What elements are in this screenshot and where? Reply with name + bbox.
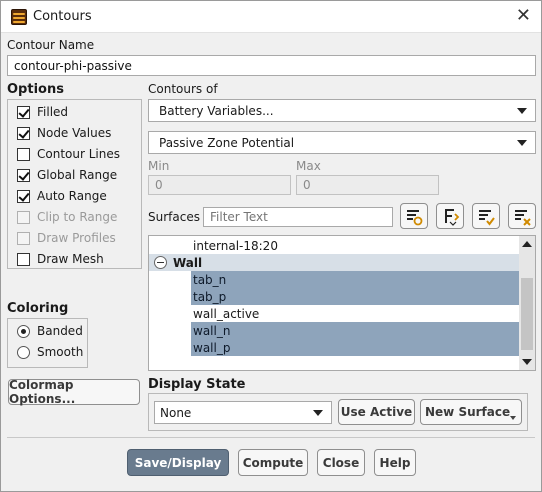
global-range-label: Global Range xyxy=(37,168,118,182)
close-button[interactable]: Close xyxy=(317,449,365,476)
new-surface-button[interactable]: New Surface xyxy=(420,399,522,425)
draw-profiles-label: Draw Profiles xyxy=(37,231,116,245)
contours-of-category-dropdown[interactable]: Battery Variables... xyxy=(148,99,536,122)
collapse-icon[interactable] xyxy=(154,256,167,269)
group-label: Wall xyxy=(173,255,203,270)
chevron-down-icon xyxy=(313,409,323,416)
list-item[interactable]: wall_n xyxy=(191,322,521,339)
scrollbar-thumb[interactable] xyxy=(521,278,533,350)
auto-range-check-box[interactable] xyxy=(17,189,30,203)
max-field: 0 xyxy=(296,175,439,195)
surfaces-list[interactable]: internal-18:20 Wall tab_n tab_p wall_act… xyxy=(148,235,536,371)
node-values-check-box[interactable] xyxy=(17,126,30,140)
smooth-radio-button[interactable] xyxy=(17,345,30,359)
colormap-options-button[interactable]: Colormap Options... xyxy=(8,378,140,406)
clip-to-range-label: Clip to Range xyxy=(37,210,118,224)
chevron-down-icon xyxy=(510,416,516,420)
select-surfaces-icon-button[interactable] xyxy=(436,203,464,229)
scroll-down-icon[interactable] xyxy=(522,359,532,365)
display-state-value: None xyxy=(160,405,192,420)
surfaces-label: Surfaces xyxy=(148,210,200,224)
min-label: Min xyxy=(148,159,170,173)
contours-dialog: Contours ✕ Contour Name contour-phi-pass… xyxy=(0,0,542,492)
node-values-label: Node Values xyxy=(37,126,112,140)
footer-divider xyxy=(7,437,535,438)
category-value: Battery Variables... xyxy=(159,103,274,118)
auto-range-label: Auto Range xyxy=(37,189,107,203)
deselect-all-icon xyxy=(515,210,531,226)
clip-to-range-checkbox: Clip to Range xyxy=(17,208,117,226)
filled-checkbox[interactable]: Filled xyxy=(17,103,68,121)
smooth-radio[interactable]: Smooth xyxy=(17,343,83,361)
chevron-down-icon xyxy=(517,139,527,146)
use-active-button[interactable]: Use Active xyxy=(338,399,415,425)
compute-button[interactable]: Compute xyxy=(238,449,308,476)
deselect-all-icon-button[interactable] xyxy=(508,203,536,229)
coloring-label: Coloring xyxy=(7,301,69,316)
list-group-wall[interactable]: Wall xyxy=(149,254,521,271)
max-label: Max xyxy=(296,159,321,173)
draw-mesh-label: Draw Mesh xyxy=(37,252,104,266)
contour-lines-check-box[interactable] xyxy=(17,147,30,161)
node-values-checkbox[interactable]: Node Values xyxy=(17,124,111,142)
list-item[interactable]: tab_p xyxy=(191,288,521,305)
smooth-label: Smooth xyxy=(37,345,84,359)
help-button[interactable]: Help xyxy=(374,449,416,476)
banded-label: Banded xyxy=(37,324,83,338)
select-all-icon-button[interactable] xyxy=(472,203,500,229)
chevron-down-icon xyxy=(517,107,527,114)
global-range-check-box[interactable] xyxy=(17,168,30,182)
title-bar: Contours ✕ xyxy=(1,1,541,33)
options-label: Options xyxy=(7,82,64,97)
close-icon[interactable]: ✕ xyxy=(516,5,531,26)
list-scrollbar[interactable] xyxy=(519,236,535,370)
draw-mesh-checkbox[interactable]: Draw Mesh xyxy=(17,250,104,268)
clip-to-range-check-box xyxy=(17,210,30,224)
variable-value: Passive Zone Potential xyxy=(159,135,295,150)
contour-lines-checkbox[interactable]: Contour Lines xyxy=(17,145,120,163)
draw-profiles-checkbox: Draw Profiles xyxy=(17,229,116,247)
select-all-icon xyxy=(479,210,495,226)
auto-range-checkbox[interactable]: Auto Range xyxy=(17,187,107,205)
list-item[interactable]: wall_active xyxy=(191,305,521,322)
banded-radio[interactable]: Banded xyxy=(17,322,83,340)
save-display-button[interactable]: Save/Display xyxy=(127,449,229,476)
app-logo-icon xyxy=(11,9,27,25)
contour-lines-label: Contour Lines xyxy=(37,147,120,161)
new-surface-label: New Surface xyxy=(425,405,511,419)
list-item[interactable]: tab_n xyxy=(191,271,521,288)
contour-name-label: Contour Name xyxy=(7,38,95,52)
contour-name-input[interactable]: contour-phi-passive xyxy=(7,55,536,76)
new-surface-icon-button[interactable] xyxy=(400,203,428,229)
draw-mesh-check-box[interactable] xyxy=(17,252,30,266)
display-state-dropdown[interactable]: None xyxy=(154,401,332,424)
select-surfaces-icon xyxy=(445,209,460,226)
draw-profiles-check-box xyxy=(17,231,30,245)
list-item[interactable]: wall_p xyxy=(191,339,521,356)
new-surface-icon xyxy=(407,210,423,226)
scroll-up-icon[interactable] xyxy=(522,241,532,247)
surfaces-filter-input[interactable] xyxy=(203,207,393,227)
list-item[interactable]: internal-18:20 xyxy=(191,237,278,254)
filled-check-box[interactable] xyxy=(17,105,30,119)
window-title: Contours xyxy=(33,9,92,24)
filled-label: Filled xyxy=(37,105,69,119)
display-state-label: Display State xyxy=(148,377,246,392)
global-range-checkbox[interactable]: Global Range xyxy=(17,166,117,184)
banded-radio-button[interactable] xyxy=(17,324,30,338)
contours-of-variable-dropdown[interactable]: Passive Zone Potential xyxy=(148,131,536,154)
min-field: 0 xyxy=(148,175,291,195)
contours-of-label: Contours of xyxy=(148,82,218,96)
